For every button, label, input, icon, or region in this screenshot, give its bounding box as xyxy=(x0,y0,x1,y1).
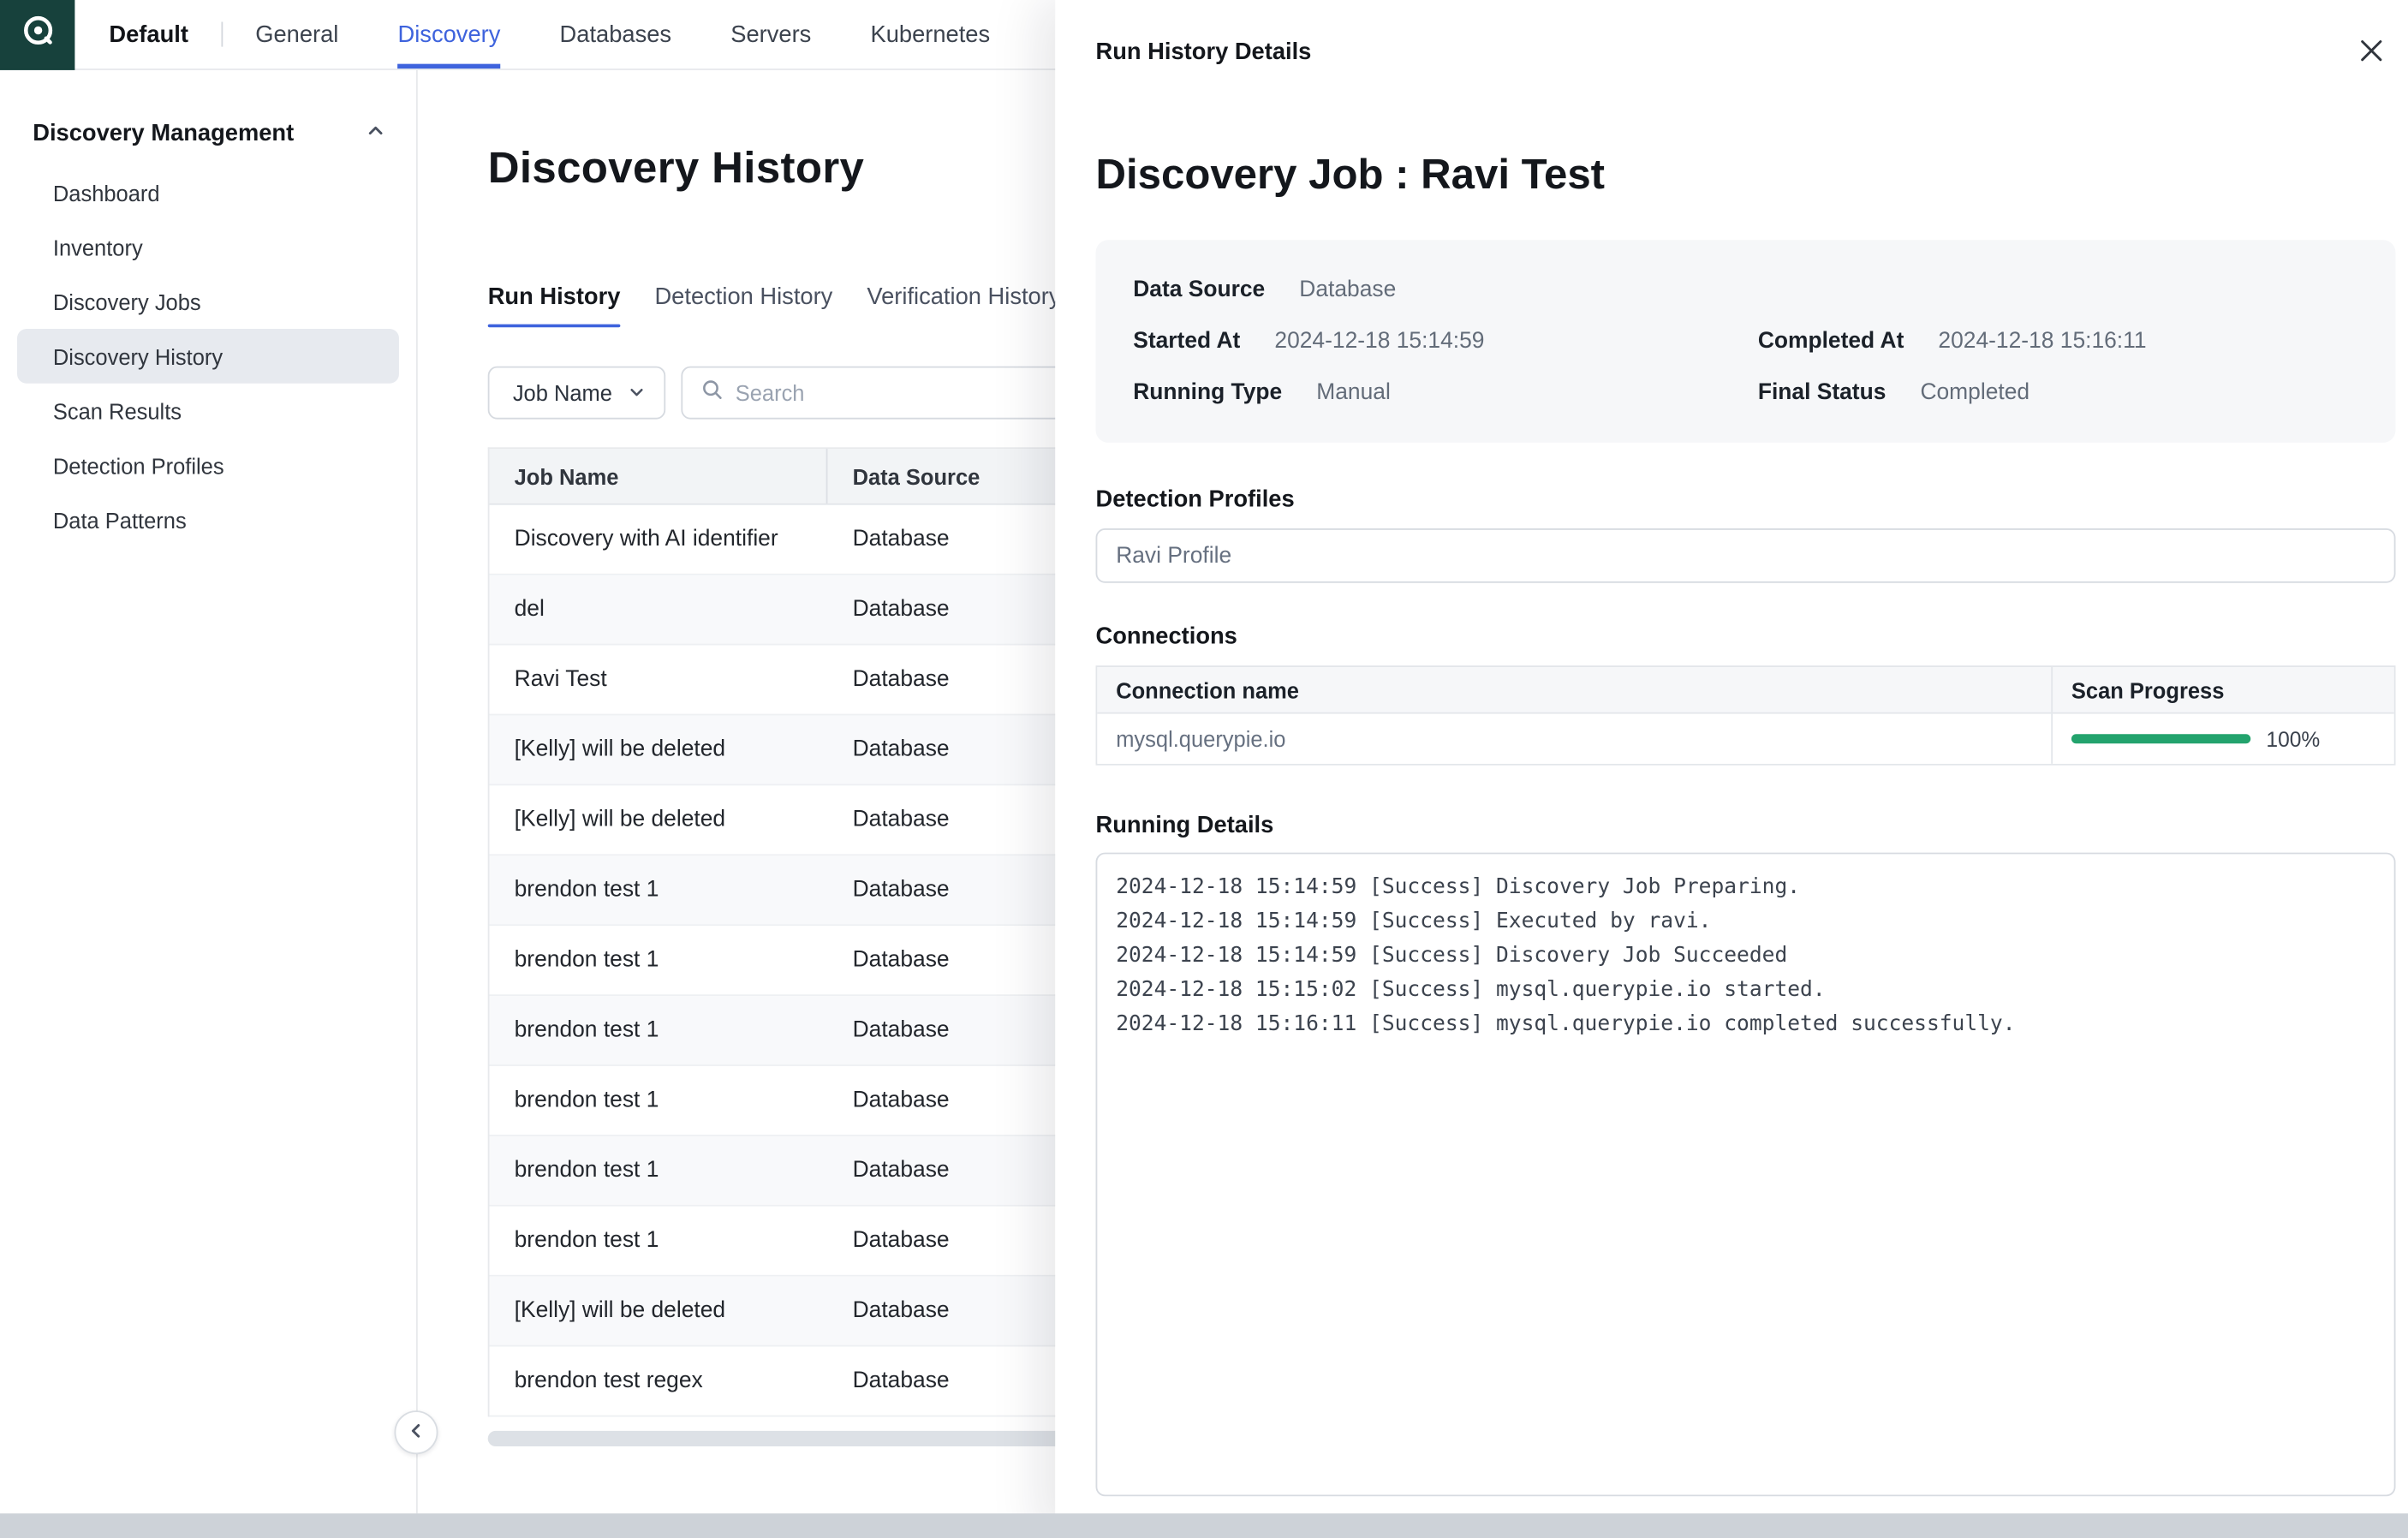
summary-label: Completed At xyxy=(1758,328,1904,353)
column-header-connection-name: Connection name xyxy=(1097,667,2053,712)
summary-value: Manual xyxy=(1316,379,1391,404)
tab-detection-history[interactable]: Detection History xyxy=(654,283,832,327)
summary-label: Running Type xyxy=(1133,379,1282,404)
sidebar-section-discovery-management[interactable]: Discovery Management xyxy=(0,120,416,146)
connections-table: Connection name Scan Progress mysql.quer… xyxy=(1096,665,2396,765)
sidebar-item-data-patterns[interactable]: Data Patterns xyxy=(17,492,399,547)
log-line: 2024-12-18 15:15:02 [Success] mysql.quer… xyxy=(1116,973,2375,1007)
nav-item-general[interactable]: General xyxy=(255,0,338,69)
log-line: 2024-12-18 15:16:11 [Success] mysql.quer… xyxy=(1116,1007,2375,1041)
drawer-heading: Discovery Job : Ravi Test xyxy=(1096,148,2396,201)
summary-label: Data Source xyxy=(1133,277,1265,301)
sidebar-item-scan-results[interactable]: Scan Results xyxy=(17,384,399,438)
connections-section-label: Connections xyxy=(1096,623,2396,650)
run-summary-card: Data Source Database Started At 2024-12-… xyxy=(1096,240,2396,443)
connections-header-row: Connection name Scan Progress xyxy=(1097,667,2393,714)
sidebar-items: Dashboard Inventory Discovery Jobs Disco… xyxy=(0,165,416,547)
connection-row: mysql.querypie.io 100% xyxy=(1097,714,2393,764)
log-line: 2024-12-18 15:14:59 [Success] Discovery … xyxy=(1116,870,2375,904)
sidebar-collapse-button[interactable] xyxy=(394,1410,438,1454)
drawer-close-button[interactable] xyxy=(2349,31,2393,75)
tab-run-history[interactable]: Run History xyxy=(488,283,621,327)
summary-value: 2024-12-18 15:14:59 xyxy=(1274,328,1484,353)
summary-value: 2024-12-18 15:16:11 xyxy=(1938,328,2146,353)
drawer-title: Run History Details xyxy=(1096,38,1312,69)
cell-job-name: del xyxy=(490,575,828,644)
nav-item-discovery[interactable]: Discovery xyxy=(398,0,501,69)
column-header-job-name: Job Name xyxy=(490,449,828,504)
summary-value: Database xyxy=(1299,277,1396,301)
detection-profiles-section-label: Detection Profiles xyxy=(1096,486,2396,513)
running-details-log[interactable]: 2024-12-18 15:14:59 [Success] Discovery … xyxy=(1096,853,2396,1497)
sidebar-item-inventory[interactable]: Inventory xyxy=(17,220,399,275)
summary-field-completed-at: Completed At 2024-12-18 15:16:11 xyxy=(1758,325,2358,357)
cell-job-name: Discovery with AI identifier xyxy=(490,505,828,574)
summary-label: Started At xyxy=(1133,328,1240,353)
chevron-left-icon xyxy=(407,1421,426,1444)
cell-job-name: brendon test 1 xyxy=(490,1207,828,1275)
nav-item-databases[interactable]: Databases xyxy=(560,0,672,69)
connection-name-cell: mysql.querypie.io xyxy=(1097,714,2053,764)
nav-item-kubernetes[interactable]: Kubernetes xyxy=(870,0,990,69)
summary-field-data-source: Data Source Database xyxy=(1133,273,1758,306)
search-icon xyxy=(701,378,723,408)
cell-job-name: [Kelly] will be deleted xyxy=(490,1277,828,1345)
cell-job-name: brendon test regex xyxy=(490,1347,828,1416)
cell-job-name: brendon test 1 xyxy=(490,926,828,994)
workspace-selector[interactable]: Default xyxy=(109,21,188,48)
topbar-divider xyxy=(221,21,223,46)
cell-job-name: Ravi Test xyxy=(490,646,828,714)
column-header-scan-progress: Scan Progress xyxy=(2053,667,2394,712)
chevron-down-icon xyxy=(628,380,645,405)
cell-job-name: [Kelly] will be deleted xyxy=(490,715,828,784)
job-name-filter-dropdown[interactable]: Job Name xyxy=(488,367,665,420)
summary-row: Running Type Manual Final Status Complet… xyxy=(1133,376,2358,408)
summary-row: Started At 2024-12-18 15:14:59 Completed… xyxy=(1133,325,2358,357)
app-logo[interactable] xyxy=(0,0,75,69)
app-viewport: Default General Discovery Databases Serv… xyxy=(0,0,2408,1538)
summary-field-empty xyxy=(1758,273,2358,306)
close-icon xyxy=(2357,38,2384,69)
sidebar-section-label: Discovery Management xyxy=(33,120,294,146)
sidebar-item-discovery-jobs[interactable]: Discovery Jobs xyxy=(17,274,399,329)
summary-label: Final Status xyxy=(1758,379,1886,404)
summary-field-running-type: Running Type Manual xyxy=(1133,376,1758,408)
job-name-filter-label: Job Name xyxy=(513,380,612,405)
drawer-header: Run History Details xyxy=(1096,38,2396,75)
summary-field-final-status: Final Status Completed xyxy=(1758,376,2358,408)
cell-job-name: brendon test 1 xyxy=(490,1066,828,1135)
running-details-section-label: Running Details xyxy=(1096,812,2396,838)
summary-value: Completed xyxy=(1920,379,2030,404)
cell-job-name: brendon test 1 xyxy=(490,1136,828,1205)
scan-progress-label: 100% xyxy=(2266,727,2320,750)
sidebar: Discovery Management Dashboard Inventory… xyxy=(0,70,418,1513)
sidebar-item-detection-profiles[interactable]: Detection Profiles xyxy=(17,438,399,492)
top-navigation: General Discovery Databases Servers Kube… xyxy=(255,0,990,69)
cell-job-name: [Kelly] will be deleted xyxy=(490,785,828,854)
summary-row: Data Source Database xyxy=(1133,273,2358,306)
detection-profiles-field: Ravi Profile xyxy=(1096,528,2396,583)
chevron-up-icon xyxy=(367,120,385,146)
sidebar-item-dashboard[interactable]: Dashboard xyxy=(17,165,399,220)
log-line: 2024-12-18 15:14:59 [Success] Discovery … xyxy=(1116,939,2375,973)
summary-field-started-at: Started At 2024-12-18 15:14:59 xyxy=(1133,325,1758,357)
run-history-details-drawer: Run History Details Discovery Job : Ravi… xyxy=(1055,0,2408,1538)
cell-job-name: brendon test 1 xyxy=(490,996,828,1064)
tab-verification-history[interactable]: Verification History xyxy=(867,283,1060,327)
page-horizontal-scrollbar[interactable] xyxy=(0,1513,2408,1538)
scan-progress-cell: 100% xyxy=(2053,714,2394,764)
log-line: 2024-12-18 15:14:59 [Success] Executed b… xyxy=(1116,904,2375,939)
sidebar-item-discovery-history[interactable]: Discovery History xyxy=(17,329,399,384)
cell-job-name: brendon test 1 xyxy=(490,855,828,924)
scan-progress-bar xyxy=(2071,734,2250,743)
nav-item-servers[interactable]: Servers xyxy=(730,0,811,69)
querypie-logo-icon xyxy=(20,13,56,57)
